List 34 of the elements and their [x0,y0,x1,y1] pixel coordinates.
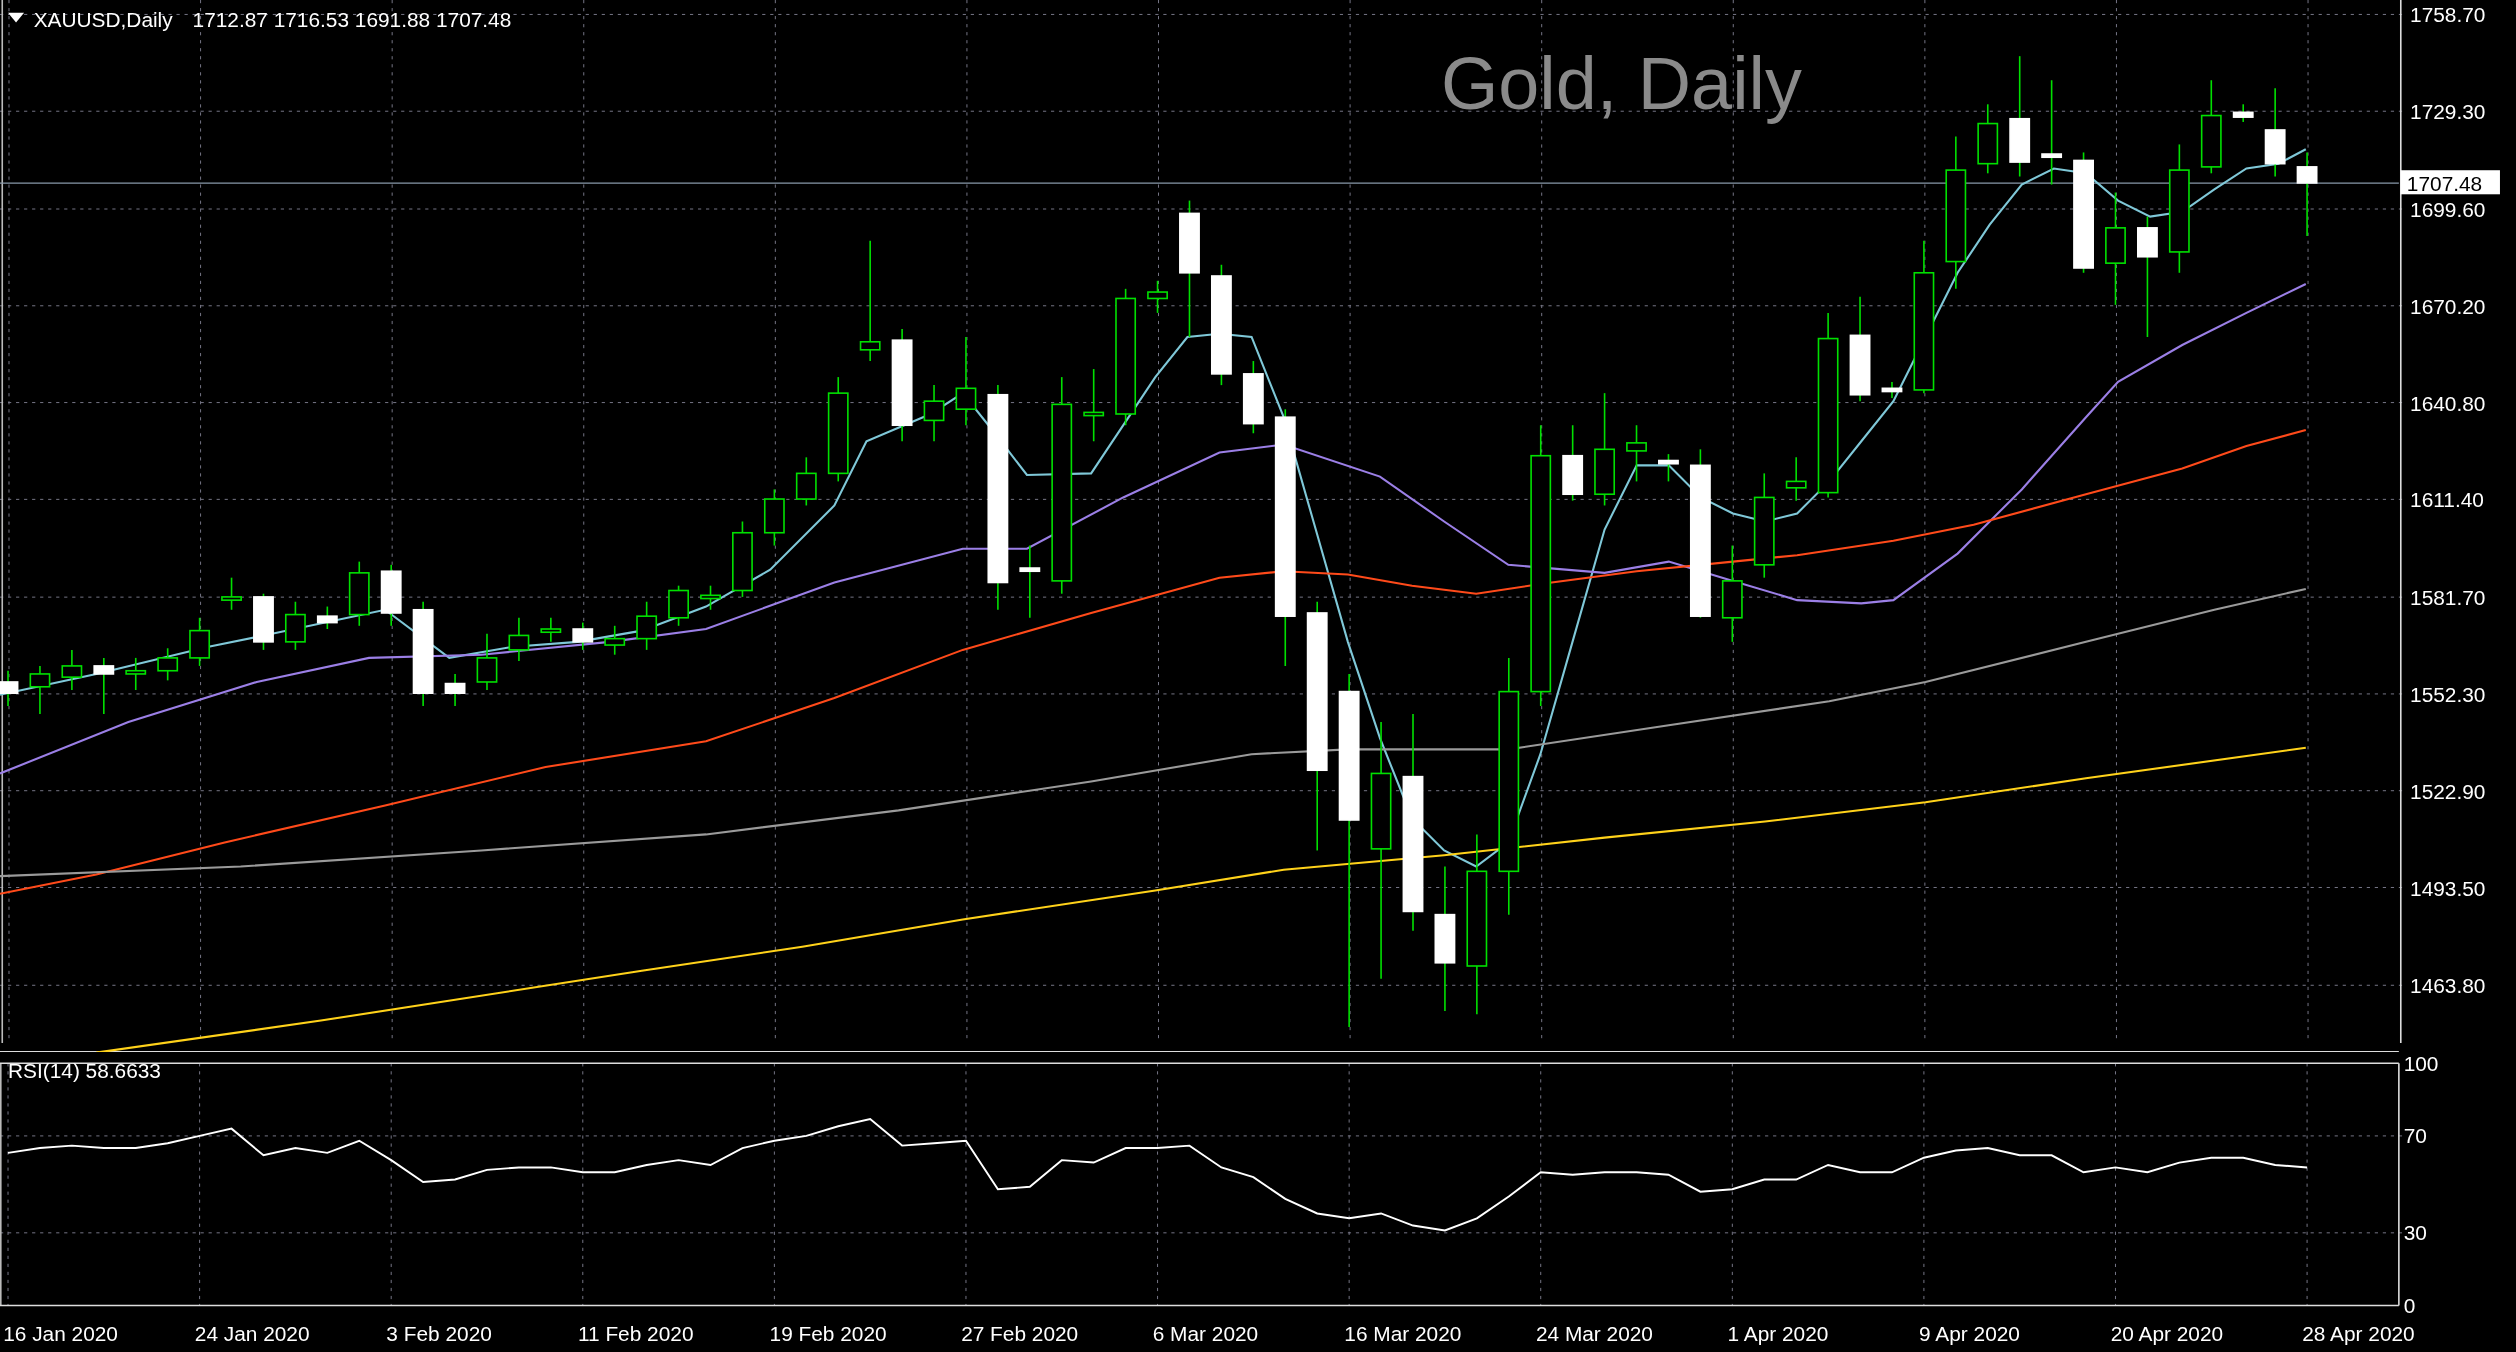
price-axis-label: 1640.80 [2410,391,2486,415]
indicator-label: RSI(14) 58.6633 [8,1058,161,1082]
triangle-icon [8,12,25,23]
price-axis-label: 1552.30 [2410,682,2486,706]
rsi-axis-label: 30 [2403,1221,2427,1245]
date-axis-label: 16 Jan 2020 [3,1321,118,1345]
price-axis-label: 1581.70 [2410,586,2486,610]
rsi-axis-label: 70 [2403,1124,2427,1148]
price-axis-label: 1699.60 [2410,198,2486,222]
date-axis-label: 19 Feb 2020 [769,1321,887,1345]
date-axis-label: 27 Feb 2020 [961,1321,1079,1345]
current-price-tag: 1707.48 [2400,170,2500,196]
price-axis-label: 1493.50 [2410,876,2486,900]
date-axis-label: 11 Feb 2020 [577,1321,694,1345]
ohlc-values: 1712.87 1716.53 1691.88 1707.48 [192,8,512,32]
price-axis-label: 1463.80 [2410,974,2486,998]
date-axis-label: 9 Apr 2020 [1919,1321,2020,1345]
price-axis-label: 1522.90 [2410,779,2486,803]
price-axis-label: 1729.30 [2410,100,2486,124]
chart-title: Gold, Daily [1440,42,1802,126]
symbol-label: XAUUSD,Daily [33,8,173,32]
date-axis-label: 20 Apr 2020 [2110,1321,2224,1345]
date-axis-label: 16 Mar 2020 [1344,1321,1462,1345]
rsi-axis-label: 0 [2403,1294,2416,1318]
date-axis-label: 1 Apr 2020 [1727,1321,1829,1345]
date-axis-label: 3 Feb 2020 [386,1321,492,1345]
price-axis-label: 1670.20 [2410,294,2486,318]
date-axis-label: 6 Mar 2020 [1152,1321,1259,1345]
date-axis-label: 24 Jan 2020 [194,1321,310,1345]
price-axis-label: 1611.40 [2410,488,2484,512]
rsi-axis-label: 100 [2403,1052,2439,1075]
price-axis-label: 1758.70 [2410,3,2486,27]
date-axis-label: 28 Apr 2020 [2302,1321,2415,1345]
date-axis-label: 24 Mar 2020 [1535,1321,1653,1345]
